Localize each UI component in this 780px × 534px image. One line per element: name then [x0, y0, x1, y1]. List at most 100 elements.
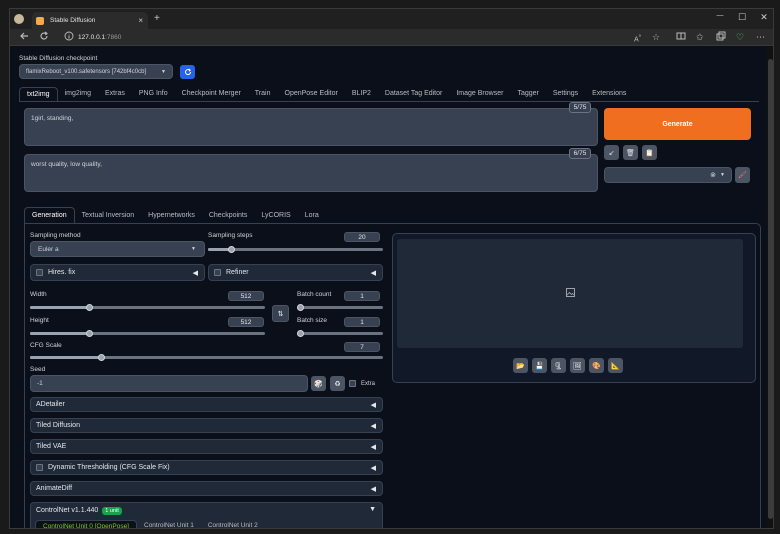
- tab-dataset-tag-editor[interactable]: Dataset Tag Editor: [378, 87, 449, 101]
- dynamic-thresholding-accordion[interactable]: Dynamic Thresholding (CFG Scale Fix) ◀: [30, 460, 383, 475]
- tab-checkpoint-merger[interactable]: Checkpoint Merger: [175, 87, 248, 101]
- slider-thumb[interactable]: [297, 304, 304, 311]
- new-tab-button[interactable]: +: [154, 13, 160, 24]
- browser-tab[interactable]: Stable Diffusion ×: [32, 12, 148, 29]
- maximize-button[interactable]: ☐: [732, 12, 752, 23]
- tab-image-browser[interactable]: Image Browser: [449, 87, 510, 101]
- adetailer-accordion[interactable]: ADetailer ◀: [30, 397, 383, 412]
- page-scrollbar-thumb[interactable]: [768, 59, 773, 519]
- cfg-scale-input[interactable]: 7: [344, 342, 380, 352]
- hires-fix-accordion[interactable]: Hires. fix ◀: [30, 264, 205, 281]
- send-to-inpaint-button[interactable]: 🎨: [589, 358, 604, 373]
- random-seed-button[interactable]: 🎲: [311, 376, 326, 391]
- send-to-extras-button[interactable]: 📐: [608, 358, 623, 373]
- extra-checkbox[interactable]: [349, 380, 356, 387]
- seed-input[interactable]: -1: [30, 375, 308, 392]
- reload-icon[interactable]: [39, 31, 49, 45]
- profile-avatar[interactable]: [14, 14, 24, 24]
- tab-controlnet-unit-2[interactable]: ControlNet Unit 2: [201, 520, 265, 528]
- height-input[interactable]: 512: [228, 317, 264, 327]
- open-folder-button[interactable]: 📂: [513, 358, 528, 373]
- tab-extensions[interactable]: Extensions: [585, 87, 633, 101]
- refiner-accordion[interactable]: Refiner ◀: [208, 264, 383, 281]
- tab-img2img[interactable]: img2img: [58, 87, 98, 101]
- tab-lycoris[interactable]: LyCORIS: [254, 209, 297, 223]
- width-input[interactable]: 512: [228, 291, 264, 301]
- batch-count-slider[interactable]: [297, 304, 383, 311]
- animatediff-accordion[interactable]: AnimateDiff ◀: [30, 481, 383, 496]
- slider-thumb[interactable]: [85, 330, 93, 337]
- chevron-down-icon: ▼: [191, 246, 196, 252]
- slider-thumb[interactable]: [227, 246, 235, 253]
- dynamic-thresholding-checkbox[interactable]: [36, 464, 43, 471]
- sampling-steps-slider[interactable]: [208, 246, 383, 253]
- tab-tagger[interactable]: Tagger: [510, 87, 545, 101]
- apply-styles-button[interactable]: 📋: [642, 145, 657, 160]
- read-aloud-icon[interactable]: Aᵃ: [634, 31, 641, 46]
- extra-label: Extra: [361, 380, 376, 387]
- swap-dimensions-button[interactable]: ⇅: [272, 305, 289, 322]
- extension-heart-icon[interactable]: ♡: [736, 31, 744, 44]
- minimize-button[interactable]: —: [710, 12, 730, 19]
- info-icon[interactable]: [64, 31, 74, 45]
- collapse-icon: ◀: [370, 485, 376, 493]
- extra-seed-toggle[interactable]: Extra: [349, 380, 375, 387]
- output-gallery: [397, 239, 743, 348]
- tiled-diffusion-accordion[interactable]: Tiled Diffusion ◀: [30, 418, 383, 433]
- tab-lora[interactable]: Lora: [298, 209, 326, 223]
- tab-close-icon[interactable]: ×: [138, 16, 143, 25]
- batch-size-input[interactable]: 1: [344, 317, 380, 327]
- expand-icon: ▼: [369, 506, 376, 513]
- cfg-scale-slider[interactable]: [30, 354, 383, 361]
- tab-textual-inversion[interactable]: Textual Inversion: [75, 209, 142, 223]
- tab-extras[interactable]: Extras: [98, 87, 132, 101]
- close-window-button[interactable]: ✕: [754, 12, 773, 23]
- clear-prompt-button[interactable]: 🗑: [623, 145, 638, 160]
- more-menu-icon[interactable]: ⋯: [756, 31, 765, 44]
- batch-size-slider[interactable]: [297, 330, 383, 337]
- width-slider[interactable]: [30, 304, 265, 311]
- clear-styles-icon[interactable]: ⊗: [710, 171, 716, 179]
- tab-png-info[interactable]: PNG Info: [132, 87, 175, 101]
- slider-thumb[interactable]: [85, 304, 93, 311]
- favorites-icon[interactable]: ✩: [696, 31, 704, 44]
- read-params-button[interactable]: ↙: [604, 145, 619, 160]
- checkpoint-dropdown[interactable]: flamixReboot_v100.safetensors [742bf4c0c…: [19, 64, 173, 79]
- refiner-checkbox[interactable]: [214, 269, 221, 276]
- main-tabs: txt2img img2img Extras PNG Info Checkpoi…: [19, 87, 633, 101]
- tab-openpose-editor[interactable]: OpenPose Editor: [278, 87, 345, 101]
- tab-controlnet-unit-1[interactable]: ControlNet Unit 1: [137, 520, 201, 528]
- favorite-star-icon[interactable]: ☆: [652, 31, 660, 44]
- refresh-checkpoint-button[interactable]: [180, 65, 195, 79]
- prompt-textarea[interactable]: 1girl, standing,: [24, 108, 598, 146]
- collections-icon[interactable]: [716, 31, 726, 45]
- back-icon[interactable]: [19, 31, 29, 45]
- url-text[interactable]: 127.0.0.1:7860: [78, 31, 121, 44]
- reuse-seed-button[interactable]: ♻: [330, 376, 345, 391]
- tab-train[interactable]: Train: [248, 87, 278, 101]
- tab-settings[interactable]: Settings: [546, 87, 585, 101]
- generate-button[interactable]: Generate: [604, 108, 751, 140]
- slider-thumb[interactable]: [297, 330, 304, 337]
- split-screen-icon[interactable]: [676, 31, 686, 45]
- slider-thumb[interactable]: [97, 354, 105, 361]
- tab-blip2[interactable]: BLIP2: [345, 87, 378, 101]
- sampling-method-dropdown[interactable]: Euler a ▼: [30, 241, 205, 257]
- edit-styles-button[interactable]: 🖌: [735, 167, 750, 183]
- height-slider[interactable]: [30, 330, 265, 337]
- tiled-vae-accordion[interactable]: Tiled VAE ◀: [30, 439, 383, 454]
- tab-generation[interactable]: Generation: [24, 207, 75, 223]
- tab-hypernetworks[interactable]: Hypernetworks: [141, 209, 202, 223]
- sampling-steps-input[interactable]: 20: [344, 232, 380, 242]
- hires-fix-checkbox[interactable]: [36, 269, 43, 276]
- negative-prompt-textarea[interactable]: worst quality, low quality,: [24, 154, 598, 192]
- styles-dropdown[interactable]: ⊗ ▼: [604, 167, 732, 183]
- save-button[interactable]: 💾: [532, 358, 547, 373]
- tiled-diffusion-label: Tiled Diffusion: [36, 422, 80, 429]
- tab-checkpoints[interactable]: Checkpoints: [202, 209, 255, 223]
- tab-txt2img[interactable]: txt2img: [19, 87, 58, 101]
- send-to-img2img-button[interactable]: 🖼: [570, 358, 585, 373]
- zip-button[interactable]: 🗜: [551, 358, 566, 373]
- tab-controlnet-unit-0[interactable]: ControlNet Unit 0 [OpenPose]: [35, 520, 137, 528]
- batch-count-input[interactable]: 1: [344, 291, 380, 301]
